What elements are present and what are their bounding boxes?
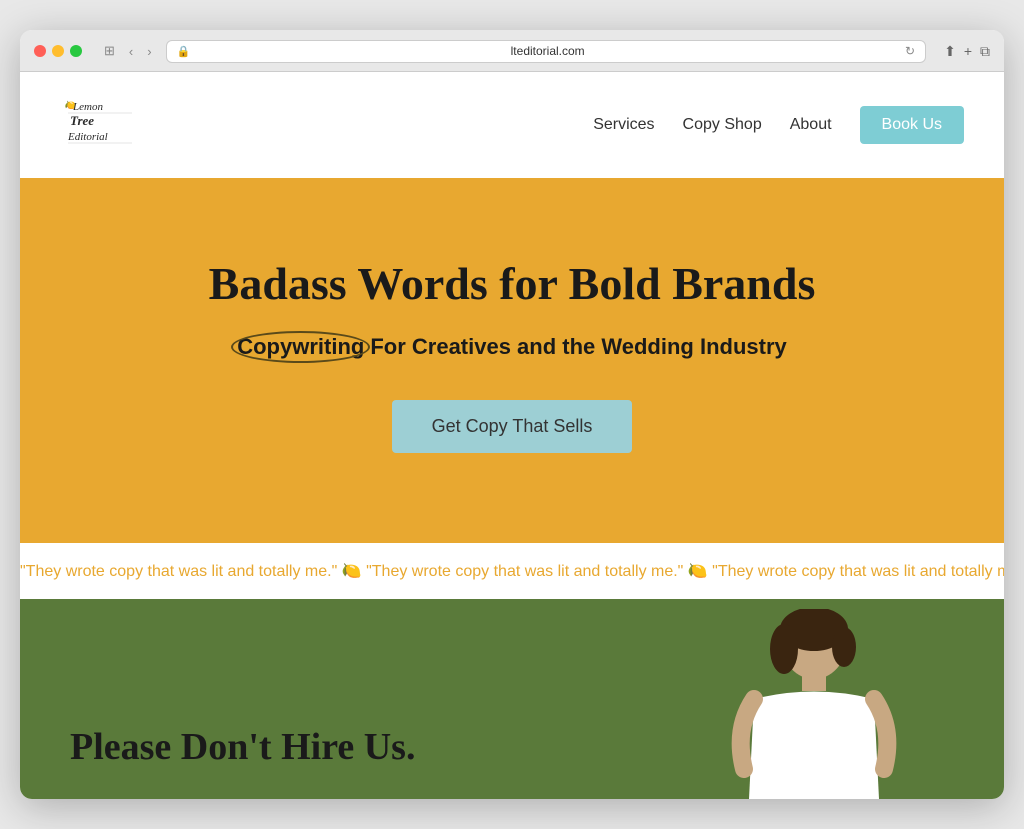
nav-about[interactable]: About [790, 116, 832, 134]
svg-text:Editorial: Editorial [67, 131, 108, 143]
close-button[interactable] [34, 45, 46, 57]
hero-subtitle-rest: For Creatives and the Wedding Industry [370, 334, 786, 360]
new-tab-icon[interactable]: + [964, 43, 972, 59]
get-copy-button[interactable]: Get Copy That Sells [392, 400, 633, 453]
hero-section: Badass Words for Bold Brands Copywriting… [20, 178, 1004, 544]
forward-button[interactable]: › [143, 42, 155, 61]
minimize-button[interactable] [52, 45, 64, 57]
browser-controls: ⊞ ‹ › [100, 41, 156, 61]
logo-area[interactable]: 🍋 Lemon Tree Editorial [60, 90, 140, 160]
website-content: 🍋 Lemon Tree Editorial Services Copy Sho… [20, 72, 1004, 800]
nav-links: Services Copy Shop About Book Us [593, 106, 964, 144]
refresh-icon[interactable]: ↻ [905, 44, 915, 59]
hero-subtitle: Copywriting For Creatives and the Weddin… [60, 334, 964, 360]
testimonial-ticker: "They wrote copy that was lit and totall… [20, 543, 1004, 599]
browser-window: ⊞ ‹ › 🔒 lteditorial.com ↻ ⬆ + ⧉ 🍋 Lemon … [20, 30, 1004, 800]
copywriting-highlight: Copywriting [237, 334, 364, 360]
fullscreen-button[interactable] [70, 45, 82, 57]
sidebar-toggle[interactable]: ⊞ [100, 41, 119, 61]
person-image [724, 609, 904, 799]
back-button[interactable]: ‹ [125, 42, 137, 61]
share-icon[interactable]: ⬆ [944, 43, 956, 60]
hero-title: Badass Words for Bold Brands [60, 258, 964, 311]
main-nav: 🍋 Lemon Tree Editorial Services Copy Sho… [20, 72, 1004, 178]
person-svg [724, 609, 904, 799]
svg-text:Lemon: Lemon [72, 101, 103, 113]
book-us-button[interactable]: Book Us [860, 106, 964, 144]
svg-text:Tree: Tree [70, 113, 94, 128]
logo-svg: 🍋 Lemon Tree Editorial [60, 90, 140, 160]
traffic-lights [34, 45, 82, 57]
lock-icon: 🔒 [177, 45, 191, 58]
copywriting-text: Copywriting [237, 334, 364, 359]
browser-actions: ⬆ + ⧉ [944, 43, 990, 60]
green-section: Please Don't Hire Us. [20, 599, 1004, 799]
tabs-icon[interactable]: ⧉ [980, 43, 990, 60]
address-bar-container[interactable]: 🔒 lteditorial.com ↻ [166, 40, 926, 63]
ticker-text: "They wrote copy that was lit and totall… [20, 561, 1004, 581]
url-display[interactable]: lteditorial.com [196, 44, 899, 58]
nav-copyshop[interactable]: Copy Shop [683, 116, 762, 134]
nav-services[interactable]: Services [593, 116, 654, 134]
browser-chrome: ⊞ ‹ › 🔒 lteditorial.com ↻ ⬆ + ⧉ [20, 30, 1004, 72]
